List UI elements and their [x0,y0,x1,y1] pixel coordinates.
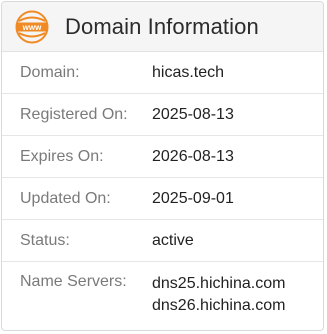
row-label: Registered On: [20,105,128,123]
name-server-value: dns25.hichina.com [152,275,286,292]
info-row-expires-on: Expires On: 2026-08-13 [2,136,323,178]
info-row-status: Status: active [2,220,323,262]
row-value: 2025-09-01 [152,189,234,207]
row-label: Status: [20,231,70,249]
row-label: Updated On: [20,189,111,207]
www-globe-icon: www [15,10,49,43]
card-title: Domain Information [65,13,259,39]
info-row-domain: Domain: hicas.tech [2,52,323,94]
name-server-value: dns26.hichina.com [152,297,286,314]
row-label: Name Servers: [20,273,127,290]
row-label: Domain: [20,63,80,81]
www-icon-text: www [22,23,42,32]
info-row-updated-on: Updated On: 2025-09-01 [2,178,323,220]
status-value: active [152,231,194,249]
domain-information-card: www Domain Information Domain: hicas.tec… [1,1,324,331]
name-server-list: dns25.hichina.com dns26.hichina.com [152,273,285,317]
row-value: 2025-08-13 [152,105,234,123]
info-row-name-servers: Name Servers: dns25.hichina.com dns26.hi… [2,262,323,317]
row-value: hicas.tech [152,63,225,81]
card-header: www Domain Information [2,2,323,52]
row-value: 2026-08-13 [152,147,234,165]
row-label: Expires On: [20,147,104,165]
info-row-registered-on: Registered On: 2025-08-13 [2,94,323,136]
